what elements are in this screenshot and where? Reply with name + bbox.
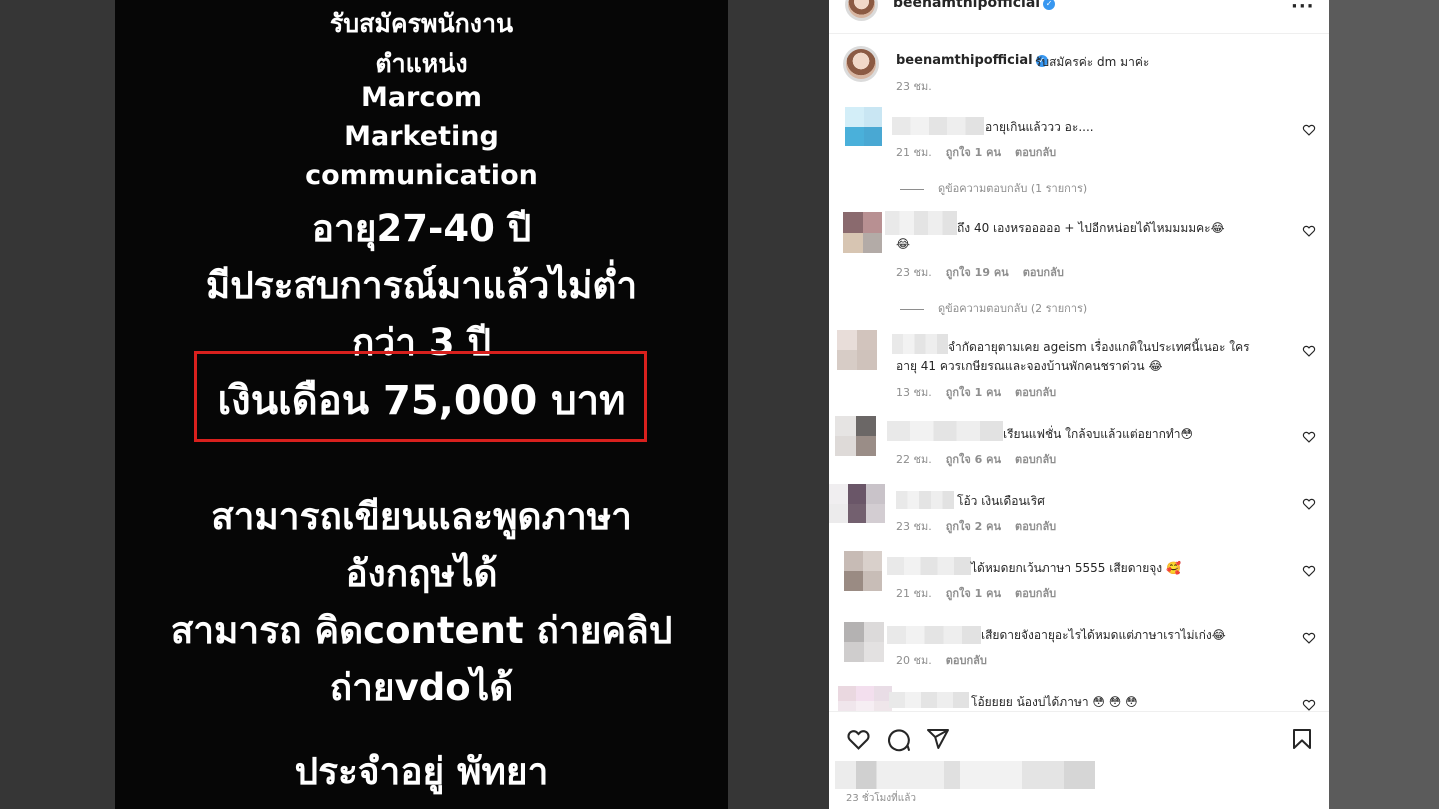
comment-meta: 20 ชม. ตอบกลับ: [896, 654, 987, 667]
backdrop-middle: [728, 0, 829, 809]
comment-avatar[interactable]: [835, 416, 876, 456]
comment-username[interactable]: [885, 211, 957, 235]
comment-likes[interactable]: ถูกใจ 19 คน: [946, 266, 1009, 279]
comment-avatar[interactable]: [829, 484, 885, 523]
reply-button[interactable]: ตอบกลับ: [946, 654, 987, 667]
more-horizontal-icon[interactable]: ···: [1291, 0, 1315, 17]
comment-meta: 13 ชม. ถูกใจ 1 คน ตอบกลับ: [896, 386, 1057, 399]
comment-meta: 22 ชม. ถูกใจ 6 คน ตอบกลับ: [896, 453, 1057, 466]
verified-badge-icon: ✓: [1043, 0, 1056, 10]
comment-meta: 21 ชม. ถูกใจ 1 คน ตอบกลับ: [896, 146, 1057, 159]
reply-button[interactable]: ตอบกลับ: [1015, 453, 1056, 466]
post-line: ประจำอยู่ พัทยา: [294, 750, 549, 793]
comment-text: โอ้ยยยย น้องบ่ได้ภาษา 😳 😳 😳: [971, 695, 1138, 709]
comment-username[interactable]: [892, 334, 948, 354]
post-line: communication: [305, 160, 538, 191]
reply-button[interactable]: ตอบกลับ: [1015, 520, 1056, 533]
backdrop-left: [0, 0, 115, 809]
comment-likes[interactable]: ถูกใจ 6 คน: [946, 453, 1001, 466]
post-line: มีประสบการณ์มาแล้วไม่ต่ำ: [205, 264, 638, 307]
post-line: สามารถ คิดcontent ถ่ายคลิป: [170, 609, 673, 652]
comment-meta: 23 ชม. ถูกใจ 2 คน ตอบกลับ: [896, 520, 1057, 533]
comment-text: โอ้ว เงินเดือนเริศ: [957, 494, 1045, 508]
post-line: ถ่ายvdoได้: [329, 666, 514, 709]
comment-icon[interactable]: [886, 727, 911, 752]
comment-heart-icon[interactable]: [1302, 344, 1316, 358]
backdrop-right: [1329, 0, 1439, 809]
comment-avatar[interactable]: [837, 330, 877, 370]
comment-text-cont: 😂: [896, 237, 911, 251]
share-icon[interactable]: [926, 727, 950, 751]
comment-avatar[interactable]: [843, 212, 882, 253]
header-username[interactable]: beenamthipofficial ✓: [893, 0, 1056, 11]
reply-button[interactable]: ตอบกลับ: [1023, 266, 1064, 279]
post-line: Marketing: [344, 121, 499, 152]
caption-username[interactable]: beenamthipofficial ✓: [896, 53, 1048, 68]
comment-likes[interactable]: ถูกใจ 1 คน: [946, 146, 1001, 159]
comment-heart-icon[interactable]: [1302, 224, 1316, 238]
comment-username[interactable]: [887, 421, 1003, 441]
caption-avatar[interactable]: [843, 46, 879, 82]
comment-likes[interactable]: ถูกใจ 1 คน: [946, 386, 1001, 399]
post-time: 23 ชั่วโมงที่แล้ว: [846, 793, 916, 804]
view-replies-button[interactable]: ดูข้อความตอบกลับ (1 รายการ): [900, 179, 1087, 197]
comment-heart-icon[interactable]: [1302, 698, 1316, 712]
reply-button[interactable]: ตอบกลับ: [1015, 386, 1056, 399]
caption-time: 23 ชม.: [896, 80, 932, 93]
comment-username[interactable]: [887, 557, 971, 575]
view-replies-button[interactable]: ดูข้อความตอบกลับ (2 รายการ): [900, 299, 1087, 317]
comment-heart-icon[interactable]: [1302, 497, 1316, 511]
comment-text: เรียนแฟชั่น ใกล้จบแล้วแต่อยากทำ😳: [1003, 427, 1194, 441]
post-line: ตำแหน่ง: [375, 49, 468, 78]
comment-likes[interactable]: ถูกใจ 2 คน: [946, 520, 1001, 533]
comment-text-cont: อายุ 41 ควรเกษียรณและจองบ้านพักคนชราด่วน…: [896, 359, 1163, 373]
comment-heart-icon[interactable]: [1302, 564, 1316, 578]
comment-avatar[interactable]: [844, 551, 882, 591]
comment-meta: 23 ชม. ถูกใจ 19 คน ตอบกลับ: [896, 266, 1064, 279]
bookmark-icon[interactable]: [1290, 727, 1314, 751]
comment-avatar[interactable]: [844, 622, 884, 662]
comment-likes[interactable]: ถูกใจ 1 คน: [946, 587, 1001, 600]
header-avatar[interactable]: [845, 0, 878, 21]
comment-text: ได้หมดยกเว้นภาษา 5555 เสียดายจุง 🥰: [971, 561, 1181, 575]
post-line: อายุ27-40 ปี: [311, 207, 532, 250]
comment-text: อายุเกินแล้ววว อะ....: [985, 120, 1094, 134]
comment-heart-icon[interactable]: [1302, 430, 1316, 444]
post-line: อังกฤษได้: [345, 552, 498, 595]
comment-meta: 21 ชม. ถูกใจ 1 คน ตอบกลับ: [896, 587, 1057, 600]
comment-avatar[interactable]: [845, 107, 882, 146]
heart-icon[interactable]: [846, 727, 871, 752]
post-line: Marcom: [360, 82, 483, 113]
comment-heart-icon[interactable]: [1302, 123, 1316, 137]
post-image: รับสมัครพนักงาน ตำแหน่ง Marcom Marketing…: [115, 0, 728, 809]
action-bar: 23 ชั่วโมงที่แล้ว: [829, 711, 1329, 809]
reply-button[interactable]: ตอบกลับ: [1015, 146, 1056, 159]
comment-text: ถึง 40 เองหรอออออ + ไปอีกหน่อยได้ไหมมมมค…: [957, 221, 1225, 235]
comment-username[interactable]: [889, 692, 969, 708]
comment-username[interactable]: [887, 626, 981, 644]
salary-line: เงินเดือน 75,000 บาท: [217, 378, 626, 424]
comments-panel: beenamthipofficial ✓ ··· beenamthipoffici…: [829, 0, 1329, 809]
comment-username[interactable]: [896, 491, 954, 509]
divider: [829, 33, 1329, 34]
comment-username[interactable]: [892, 117, 984, 135]
caption-text: รับสมัครค่ะ dm มาค่ะ: [1035, 55, 1150, 69]
reply-button[interactable]: ตอบกลับ: [1015, 587, 1056, 600]
comment-heart-icon[interactable]: [1302, 631, 1316, 645]
comment-text: จำกัดอายุตามเคย ageism เรื่องแกติในประเท…: [948, 340, 1250, 354]
comment-text: เสียดายจังอายุอะไรได้หมดแต่ภาษาเราไม่เก่…: [981, 628, 1226, 642]
post-line: รับสมัครพนักงาน: [329, 9, 514, 38]
post-line: สามารถเขียนและพูดภาษา: [211, 495, 632, 538]
liked-by-blurred[interactable]: [835, 761, 1095, 789]
